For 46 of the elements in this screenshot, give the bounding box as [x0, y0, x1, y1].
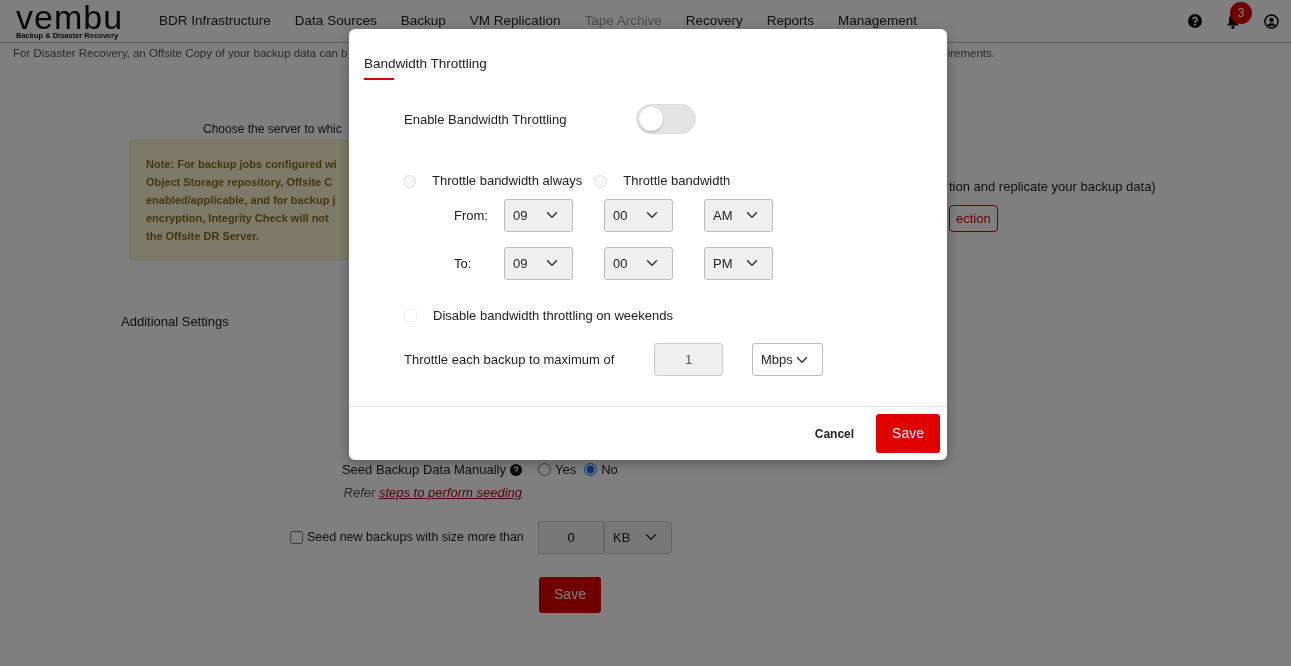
help-icon[interactable]: [1188, 14, 1202, 28]
nav-link[interactable]: Data Sources: [282, 10, 389, 32]
section-label: Choose the server to whic: [203, 121, 342, 139]
radio-label: Throttle bandwidth: [623, 172, 731, 191]
nav-link[interactable]: Management: [826, 10, 929, 32]
radio-button[interactable]: [538, 463, 551, 476]
note-text: Note: For backup jobs configured wi: [146, 157, 337, 173]
hint-text: Refer steps to perform seeding: [342, 484, 522, 503]
unit-dropdown[interactable]: KB: [604, 520, 672, 554]
radio-label: Yes: [555, 460, 577, 479]
logo: vembu: [16, 2, 124, 33]
field-label: From:: [454, 206, 489, 225]
radio-label: No: [601, 460, 618, 479]
user-icon[interactable]: [1264, 13, 1279, 29]
seeding-link[interactable]: steps to perform seeding: [378, 485, 522, 501]
nav-link[interactable]: Reports: [754, 10, 827, 32]
nav-link[interactable]: Backup: [388, 10, 458, 32]
size-input[interactable]: 0: [538, 520, 604, 554]
nav-link[interactable]: VM Replication: [457, 10, 573, 32]
save-button[interactable]: Save: [876, 414, 940, 454]
description-text: tion and replicate your backup data): [949, 178, 1156, 197]
nav-link[interactable]: Recovery: [673, 10, 755, 32]
note-text: the Offsite DR Server.: [146, 229, 260, 245]
dialog-title: Bandwidth Throttling: [363, 55, 488, 73]
section-label: Additional Settings: [121, 313, 229, 332]
note-text: enabled/applicable, and for backup j: [146, 193, 336, 209]
info-text: irements.: [947, 46, 995, 61]
cancel-button[interactable]: Cancel: [808, 423, 861, 444]
field-label: Throttle each backup to maximum of: [404, 351, 616, 369]
notification-badge: 3: [1230, 1, 1252, 24]
toggle-switch[interactable]: [636, 104, 697, 135]
field-label: To:: [454, 254, 473, 273]
field-label: Seed Backup Data Manually: [341, 460, 506, 479]
connection-button[interactable]: ection: [949, 204, 998, 233]
info-text: For Disaster Recovery, an Offsite Copy of your backup data can b: [13, 46, 348, 61]
help-icon[interactable]: [510, 463, 522, 476]
checkbox-label: Seed new backups with size more than: [307, 528, 524, 546]
radio-label: Throttle bandwidth always: [432, 172, 583, 191]
checkbox[interactable]: [290, 530, 303, 544]
note-text: Object Storage repository, Offsite C: [146, 175, 333, 191]
checkbox-label: Disable bandwidth throttling on weekends: [433, 306, 673, 325]
nav-link[interactable]: BDR Infrastructure: [147, 10, 283, 32]
radio-button[interactable]: [584, 463, 598, 476]
note-text: encryption, Integrity Check will not: [146, 211, 329, 227]
save-button[interactable]: Save: [539, 576, 601, 613]
toggle-label: Enable Bandwidth Throttling: [404, 110, 567, 129]
